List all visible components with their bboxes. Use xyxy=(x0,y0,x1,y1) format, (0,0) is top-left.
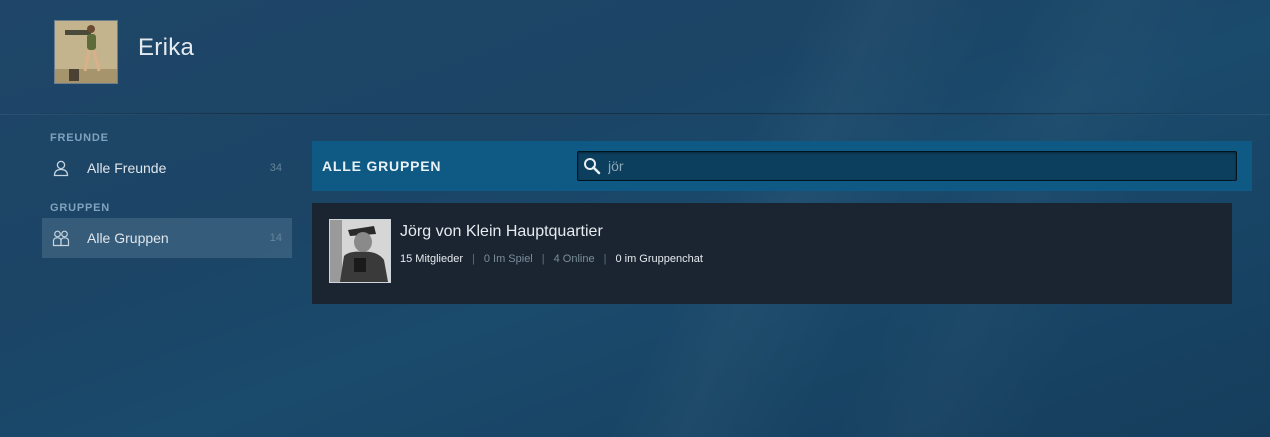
online-count: 4 Online xyxy=(553,253,595,265)
list-item[interactable]: Jörg von Klein Hauptquartier 15 Mitglied… xyxy=(312,203,1232,304)
header-divider xyxy=(0,113,1270,115)
sidebar: FREUNDE Alle Freunde 34 GRUPPEN Alle Gru… xyxy=(42,128,292,258)
groups-header-bar: ALLE GRUPPEN xyxy=(312,141,1252,191)
sidebar-item-label: Alle Gruppen xyxy=(87,230,169,246)
sidebar-item-count: 34 xyxy=(269,162,282,174)
search-input[interactable] xyxy=(608,152,1228,180)
username: Erika xyxy=(138,34,195,61)
members-count: 15 Mitglieder xyxy=(400,253,463,265)
person-icon xyxy=(52,159,70,177)
search-icon xyxy=(583,157,601,175)
group-name[interactable]: Jörg von Klein Hauptquartier xyxy=(400,223,603,241)
in-game-count: 0 Im Spiel xyxy=(483,253,533,265)
page-title: ALLE GRUPPEN xyxy=(322,158,442,174)
group-chat-count: 0 im Gruppenchat xyxy=(615,253,703,265)
separator: | xyxy=(471,253,475,265)
friends-section-label: FREUNDE xyxy=(50,132,109,144)
separator: | xyxy=(603,253,607,265)
separator: | xyxy=(541,253,545,265)
sidebar-item-count: 14 xyxy=(269,232,282,244)
sidebar-item-label: Alle Freunde xyxy=(87,160,167,176)
group-avatar-image xyxy=(330,220,390,282)
group-icon xyxy=(52,229,70,247)
search-box[interactable] xyxy=(577,151,1237,181)
groups-section-label: GRUPPEN xyxy=(50,202,110,214)
avatar-image xyxy=(55,21,117,83)
user-avatar[interactable] xyxy=(54,20,118,84)
sidebar-item-all-groups[interactable]: Alle Gruppen 14 xyxy=(42,218,292,258)
sidebar-item-all-friends[interactable]: Alle Freunde 34 xyxy=(42,148,292,188)
profile-header: Erika xyxy=(0,0,1270,116)
group-stats: 15 Mitglieder | 0 Im Spiel | 4 Online | … xyxy=(400,253,703,265)
group-avatar xyxy=(329,219,391,283)
